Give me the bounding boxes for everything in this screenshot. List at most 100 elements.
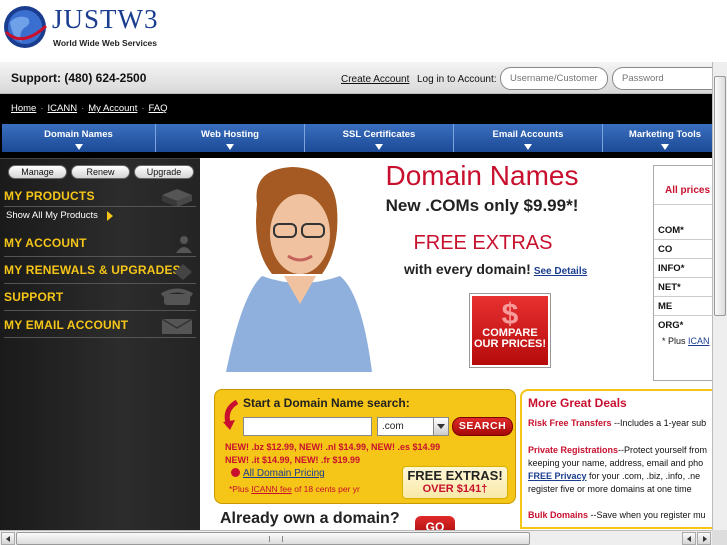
sidebar-item-email-account[interactable]: MY EMAIL ACCOUNT bbox=[4, 318, 128, 332]
sidebar-item-support[interactable]: SUPPORT bbox=[4, 290, 63, 304]
divider bbox=[4, 206, 196, 207]
divider bbox=[4, 337, 196, 338]
free-extras-heading: FREE EXTRAS bbox=[413, 232, 553, 254]
divider bbox=[4, 310, 196, 311]
deal-title: Risk Free Transfers bbox=[528, 418, 612, 428]
free-privacy-link[interactable]: FREE Privacy bbox=[528, 471, 587, 481]
icann-note: *Plus ICANN fee of 18 cents per yr bbox=[229, 484, 360, 494]
free-extras-badge[interactable]: FREE EXTRAS! OVER $141† bbox=[402, 466, 508, 499]
arrow-left-icon bbox=[6, 536, 10, 542]
all-pricing-label: All Domain Pricing bbox=[243, 468, 325, 479]
upgrade-button[interactable]: Upgrade bbox=[134, 165, 194, 179]
divider bbox=[4, 256, 196, 257]
free-extras-badge-title: FREE EXTRAS! bbox=[407, 468, 503, 483]
see-details-link[interactable]: See Details bbox=[534, 266, 587, 277]
compare-prices-button[interactable]: $ COMPARE OUR PRICES! bbox=[470, 294, 550, 367]
icann-prefix: *Plus bbox=[229, 484, 249, 494]
icann-fee-link[interactable]: ICAN bbox=[688, 336, 710, 346]
chevron-down-icon bbox=[74, 144, 83, 150]
price-note: * Plus ICAN bbox=[662, 336, 710, 346]
create-account-link[interactable]: Create Account bbox=[341, 74, 409, 85]
deal-private-registrations[interactable]: Private Registrations--Protect yourself … bbox=[528, 444, 707, 457]
scroll-left-button[interactable] bbox=[1, 532, 15, 545]
tld-me: ME bbox=[658, 301, 673, 312]
chevron-down-icon bbox=[524, 144, 532, 150]
show-all-products-link[interactable]: Show All My Products bbox=[6, 210, 98, 221]
scroll-right-button[interactable] bbox=[697, 532, 711, 545]
tab-email-accounts[interactable]: Email Accounts bbox=[454, 124, 603, 152]
separator: · bbox=[81, 103, 85, 114]
phone-icon bbox=[160, 288, 194, 305]
tld-org: ORG* bbox=[658, 320, 684, 331]
search-button[interactable]: SEARCH bbox=[452, 417, 513, 436]
deal-text-line: keeping your name, address, email and ph… bbox=[528, 458, 704, 468]
envelope-icon bbox=[161, 318, 193, 334]
grip-icon bbox=[269, 536, 283, 542]
scrollbar-thumb[interactable] bbox=[714, 76, 726, 316]
faq-link[interactable]: FAQ bbox=[149, 103, 168, 114]
globe-logo-icon[interactable] bbox=[2, 4, 48, 50]
tld-info: INFO* bbox=[658, 263, 685, 274]
sidebar-item-renewals-upgrades[interactable]: MY RENEWALS & UPGRADES bbox=[4, 263, 181, 277]
scrollbar-thumb[interactable] bbox=[16, 532, 530, 545]
icann-suffix: of 18 cents per yr bbox=[294, 484, 360, 494]
domain-search-input[interactable] bbox=[243, 417, 372, 436]
password-input[interactable] bbox=[612, 67, 727, 90]
icann-fee-link[interactable]: ICANN fee bbox=[251, 484, 292, 494]
all-pricing-link[interactable]: All Domain Pricing bbox=[231, 468, 325, 479]
arrow-bullet-icon bbox=[231, 468, 240, 477]
tab-marketing-tools[interactable]: Marketing Tools bbox=[603, 124, 727, 152]
username-input[interactable] bbox=[500, 67, 608, 90]
already-own-heading: Already own a domain? bbox=[220, 510, 400, 527]
site-header: JUSTW3 World Wide Web Services bbox=[0, 0, 727, 62]
curved-arrow-icon bbox=[223, 400, 239, 430]
separator: · bbox=[141, 103, 145, 114]
login-label: Log in to Account: bbox=[417, 74, 497, 85]
deal-bulk-domains[interactable]: Bulk Domains --Save when you register mu bbox=[528, 509, 706, 522]
sidebar-item-my-products[interactable]: MY PRODUCTS bbox=[4, 189, 95, 203]
hero-subtitle: New .COMs only $9.99*! bbox=[385, 196, 579, 215]
separator: · bbox=[40, 103, 44, 114]
deal-risk-free-transfers[interactable]: Risk Free Transfers --Includes a 1-year … bbox=[528, 417, 706, 430]
tld-co: CO bbox=[658, 244, 673, 255]
chevron-down-icon bbox=[375, 144, 383, 150]
manage-button[interactable]: Manage bbox=[8, 165, 67, 179]
free-extras-badge-value: OVER $141† bbox=[422, 483, 488, 495]
tab-ssl-certificates[interactable]: SSL Certificates bbox=[305, 124, 454, 152]
arrows-icon bbox=[174, 264, 192, 280]
horizontal-scrollbar[interactable] bbox=[0, 530, 712, 545]
deals-heading: More Great Deals bbox=[528, 396, 627, 410]
vertical-scrollbar[interactable] bbox=[712, 62, 727, 530]
promo-line: NEW! .it $14.99, NEW! .fr $19.99 bbox=[225, 455, 361, 465]
deal-text: --Save when you register mu bbox=[588, 510, 706, 520]
logo-name[interactable]: JUSTW3 bbox=[52, 4, 159, 35]
tab-label: Domain Names bbox=[44, 129, 113, 140]
top-links: Home · ICANN · My Account · FAQ bbox=[11, 103, 168, 114]
scroll-left-button[interactable] bbox=[682, 532, 696, 545]
scrollbar-corner bbox=[712, 530, 727, 545]
tab-label: Marketing Tools bbox=[628, 129, 702, 140]
tld-select[interactable]: .com bbox=[377, 417, 449, 436]
my-account-link[interactable]: My Account bbox=[88, 103, 137, 114]
more-great-deals: More Great Deals Risk Free Transfers --I… bbox=[520, 389, 727, 529]
icann-link[interactable]: ICANN bbox=[48, 103, 78, 114]
user-icon bbox=[176, 236, 192, 253]
sidebar-item-my-account[interactable]: MY ACCOUNT bbox=[4, 236, 87, 250]
renew-button[interactable]: Renew bbox=[71, 165, 130, 179]
chevron-down-icon bbox=[433, 418, 448, 435]
deal-text-line: register five or more domains at one tim… bbox=[528, 484, 692, 494]
support-bar: Support: (480) 624-2500 Create Account L… bbox=[0, 62, 727, 94]
search-heading: Start a Domain Name search: bbox=[243, 396, 410, 410]
logo-tagline: World Wide Web Services bbox=[53, 38, 158, 48]
tld-net: NET* bbox=[658, 282, 681, 293]
account-sidebar: Manage Renew Upgrade MY PRODUCTS Show Al… bbox=[0, 158, 200, 530]
arrow-right-icon bbox=[107, 211, 113, 221]
tab-web-hosting[interactable]: Web Hosting bbox=[156, 124, 305, 152]
price-panel-heading: All prices bbox=[665, 185, 711, 196]
tab-domain-names[interactable]: Domain Names bbox=[2, 124, 156, 152]
home-link[interactable]: Home bbox=[11, 103, 36, 114]
arrow-left-icon bbox=[687, 536, 691, 542]
box-icon bbox=[162, 189, 192, 207]
deal-text: --Includes a 1-year sub bbox=[611, 418, 707, 428]
compare-prices-label: COMPARE OUR PRICES! bbox=[473, 327, 547, 350]
